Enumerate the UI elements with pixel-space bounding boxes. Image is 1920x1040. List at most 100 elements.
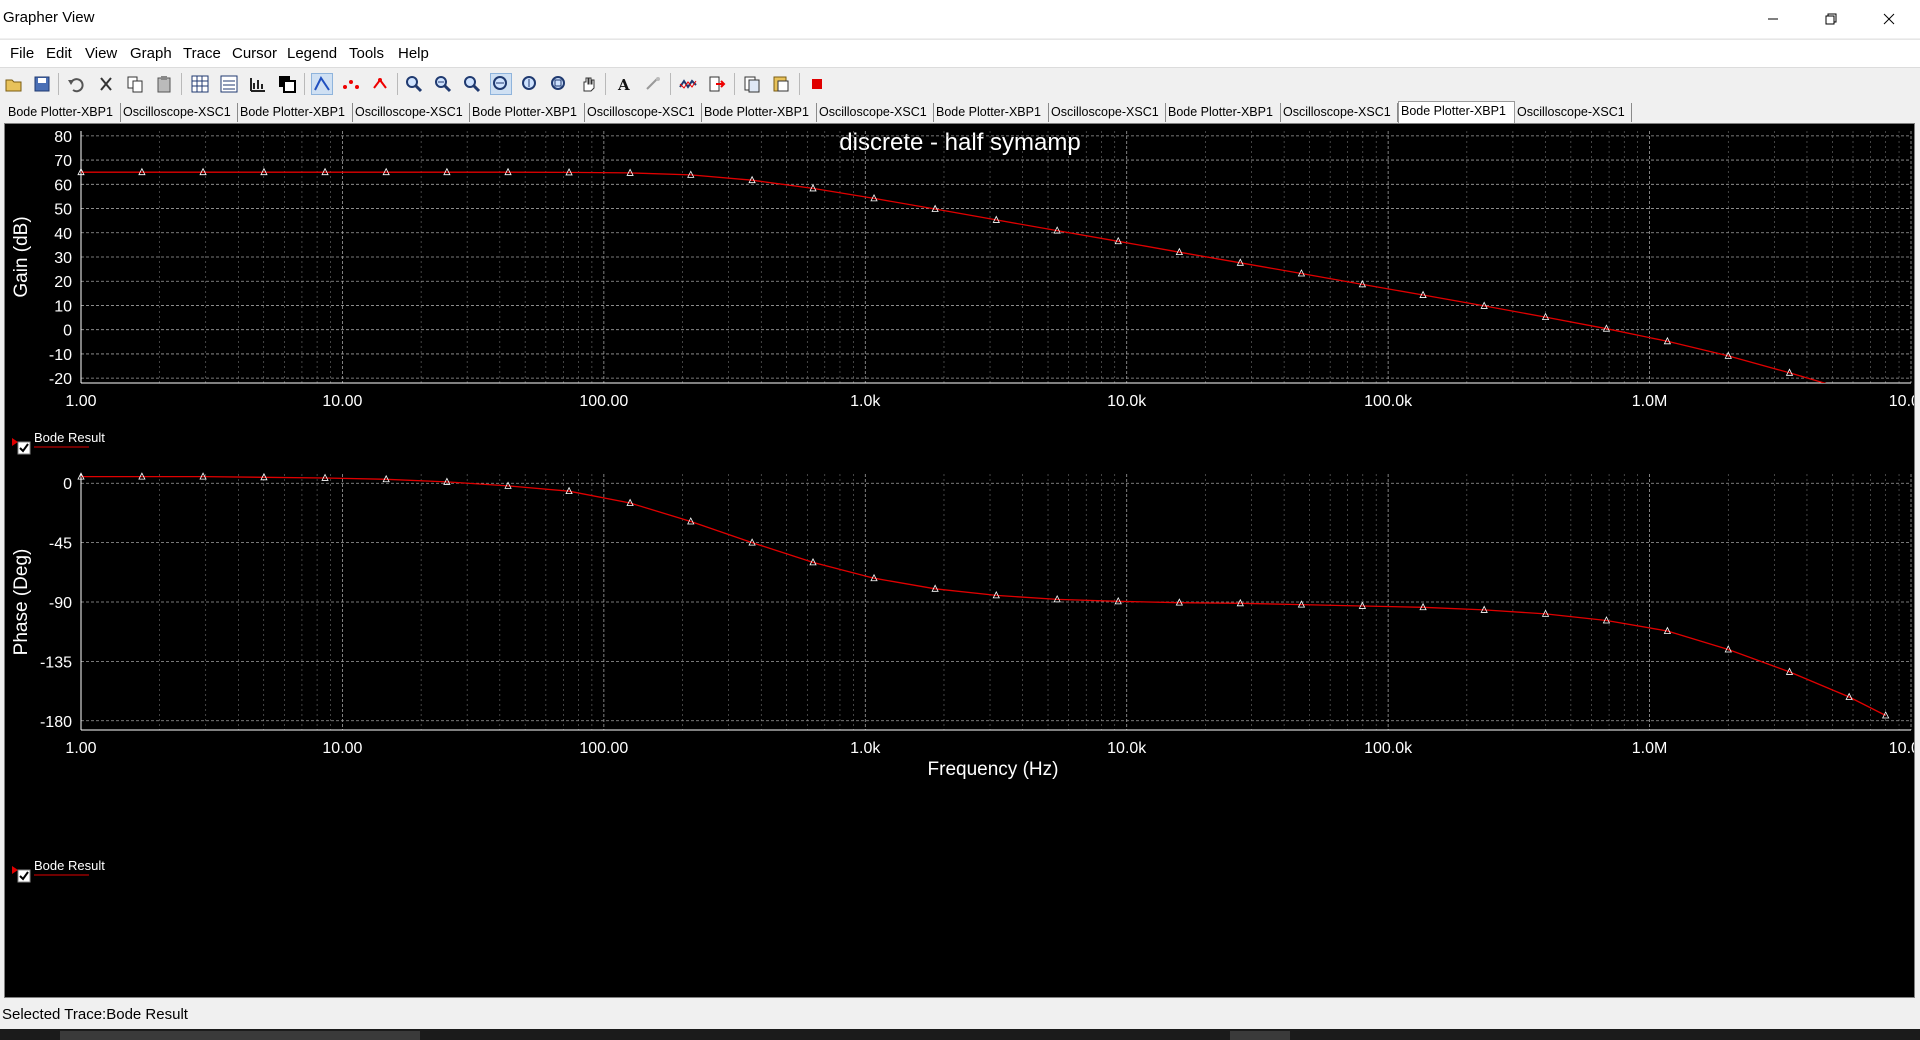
stop-button[interactable] bbox=[806, 73, 828, 95]
gain-y-tick-label: 70 bbox=[54, 153, 72, 170]
status-bar: Selected Trace:Bode Result bbox=[0, 1001, 1920, 1029]
tab-oscilloscope-2[interactable]: Oscilloscope-XSC1 bbox=[353, 103, 470, 122]
line-mode-icon bbox=[314, 76, 330, 91]
undo-button[interactable] bbox=[65, 73, 87, 95]
overlay-traces-button[interactable] bbox=[276, 73, 298, 95]
tab-bode-plotter-3[interactable]: Bode Plotter-XBP1 bbox=[470, 103, 585, 122]
zoom-y-icon bbox=[522, 76, 536, 90]
phase-y-tick-label: -135 bbox=[40, 654, 72, 671]
properties-button[interactable] bbox=[247, 73, 269, 95]
tab-oscilloscope-4[interactable]: Oscilloscope-XSC1 bbox=[817, 103, 934, 122]
save-button[interactable] bbox=[31, 73, 53, 95]
gain-x-tick-label: 100.00 bbox=[579, 393, 628, 410]
undo-icon bbox=[68, 78, 84, 93]
legend-label-gain: Bode Result bbox=[34, 430, 105, 445]
menu-view[interactable]: View bbox=[85, 45, 117, 62]
taskbar-item[interactable] bbox=[1230, 1031, 1290, 1040]
pan-button[interactable] bbox=[577, 73, 599, 95]
menu-file[interactable]: File bbox=[10, 45, 34, 62]
phase-y-tick-label: -90 bbox=[49, 595, 72, 612]
copy-graph-icon bbox=[744, 76, 760, 93]
legend-marker-phase bbox=[12, 866, 18, 874]
tab-bode-plotter-5[interactable]: Bode Plotter-XBP1 bbox=[934, 103, 1049, 122]
menu-edit[interactable]: Edit bbox=[46, 45, 72, 62]
phase-plot[interactable]: 1.00 10.00 100.00 1.0k 10.0k 100.0k 1.0M 10.0M 0… bbox=[11, 472, 1914, 757]
gain-y-tick-label: 80 bbox=[54, 129, 72, 146]
gain-y-tick-label: 0 bbox=[63, 323, 72, 340]
legend-gain[interactable]: Bode Result bbox=[12, 430, 105, 455]
text-icon: A bbox=[617, 76, 630, 93]
legend-icon bbox=[220, 75, 238, 93]
cut-button[interactable] bbox=[95, 73, 117, 95]
probe-icon bbox=[646, 77, 660, 90]
open-button[interactable] bbox=[3, 73, 25, 95]
export-button[interactable] bbox=[706, 73, 728, 95]
probe-button[interactable] bbox=[642, 73, 664, 95]
trace-button[interactable] bbox=[677, 73, 699, 95]
tab-oscilloscope-5[interactable]: Oscilloscope-XSC1 bbox=[1049, 103, 1166, 122]
line-dot-mode-button[interactable] bbox=[369, 73, 391, 95]
menu-cursor[interactable]: Cursor bbox=[232, 45, 277, 62]
menu-trace[interactable]: Trace bbox=[183, 45, 221, 62]
paste-graph-icon bbox=[773, 76, 789, 92]
menu-graph[interactable]: Graph bbox=[130, 45, 172, 62]
gain-plot[interactable]: 1.00 10.00 100.00 1.0k 10.0k 100.0k 1.0M 10.0M 8… bbox=[11, 129, 1914, 410]
taskbar-item[interactable] bbox=[60, 1031, 420, 1040]
phase-x-tick-label: 100.0k bbox=[1364, 740, 1413, 757]
zoom-out-button[interactable] bbox=[432, 73, 454, 95]
copy-button[interactable] bbox=[124, 73, 146, 95]
save-icon bbox=[34, 76, 50, 92]
zoom-full-button[interactable] bbox=[548, 73, 570, 95]
restore-icon bbox=[1825, 13, 1837, 25]
tab-oscilloscope-6[interactable]: Oscilloscope-XSC1 bbox=[1281, 103, 1398, 122]
zoom-button[interactable] bbox=[403, 73, 425, 95]
minimize-icon bbox=[1768, 18, 1778, 20]
dot-mode-button[interactable] bbox=[340, 73, 362, 95]
tab-oscilloscope-3[interactable]: Oscilloscope-XSC1 bbox=[585, 103, 702, 122]
grid-button[interactable] bbox=[189, 73, 211, 95]
gain-x-tick-label: 10.00 bbox=[322, 393, 362, 410]
phase-x-tick-label: 10.0M bbox=[1889, 740, 1914, 757]
paste-icon bbox=[157, 76, 171, 93]
line-mode-button[interactable] bbox=[311, 73, 333, 95]
zoom-y-button[interactable] bbox=[519, 73, 541, 95]
tab-oscilloscope-1[interactable]: Oscilloscope-XSC1 bbox=[121, 103, 238, 122]
menu-tools[interactable]: Tools bbox=[349, 45, 384, 62]
tab-oscilloscope-7[interactable]: Oscilloscope-XSC1 bbox=[1515, 103, 1632, 122]
status-text: Selected Trace:Bode Result bbox=[2, 1006, 188, 1023]
phase-x-tick-label: 1.00 bbox=[65, 740, 96, 757]
svg-text:A: A bbox=[617, 76, 630, 93]
tab-bode-plotter-2[interactable]: Bode Plotter-XBP1 bbox=[238, 103, 353, 122]
chart-title: discrete - half symamp bbox=[839, 129, 1080, 156]
legend-button[interactable] bbox=[218, 73, 240, 95]
phase-x-tick-label: 1.0M bbox=[1632, 740, 1668, 757]
zoom-x-button[interactable] bbox=[490, 73, 512, 95]
stop-icon bbox=[812, 79, 822, 89]
bode-graph[interactable]: discrete - half symamp 1.00 10.00 100.00 1.… bbox=[5, 124, 1914, 997]
restore-button[interactable] bbox=[1802, 0, 1860, 38]
minimize-button[interactable] bbox=[1744, 0, 1802, 38]
close-button[interactable] bbox=[1860, 0, 1918, 38]
phase-y-axis-label: Phase (Deg) bbox=[11, 549, 32, 656]
legend-phase[interactable]: Bode Result bbox=[12, 858, 105, 883]
gain-y-tick-label: 10 bbox=[54, 298, 72, 315]
tab-bode-plotter-4[interactable]: Bode Plotter-XBP1 bbox=[702, 103, 817, 122]
gain-y-tick-label: 60 bbox=[54, 177, 72, 194]
grid-icon bbox=[191, 75, 209, 93]
phase-trace-line bbox=[81, 475, 1886, 717]
tab-bode-plotter-6[interactable]: Bode Plotter-XBP1 bbox=[1166, 103, 1281, 122]
menu-legend[interactable]: Legend bbox=[287, 45, 337, 62]
copy-icon bbox=[127, 76, 143, 93]
copy-graph-button[interactable] bbox=[741, 73, 763, 95]
zoom-fit-icon bbox=[464, 76, 481, 93]
text-button[interactable]: A bbox=[613, 73, 635, 95]
paste-button[interactable] bbox=[153, 73, 175, 95]
tab-bode-plotter-7[interactable]: Bode Plotter-XBP1 bbox=[1398, 101, 1515, 123]
tab-bode-plotter-1[interactable]: Bode Plotter-XBP1 bbox=[6, 103, 121, 122]
graph-area[interactable]: discrete - half symamp 1.00 10.00 100.00 1.… bbox=[4, 123, 1915, 998]
x-axis-label: Frequency (Hz) bbox=[928, 759, 1059, 780]
export-icon bbox=[709, 76, 726, 92]
paste-graph-button[interactable] bbox=[770, 73, 792, 95]
zoom-fit-button[interactable] bbox=[461, 73, 483, 95]
menu-help[interactable]: Help bbox=[398, 45, 429, 62]
